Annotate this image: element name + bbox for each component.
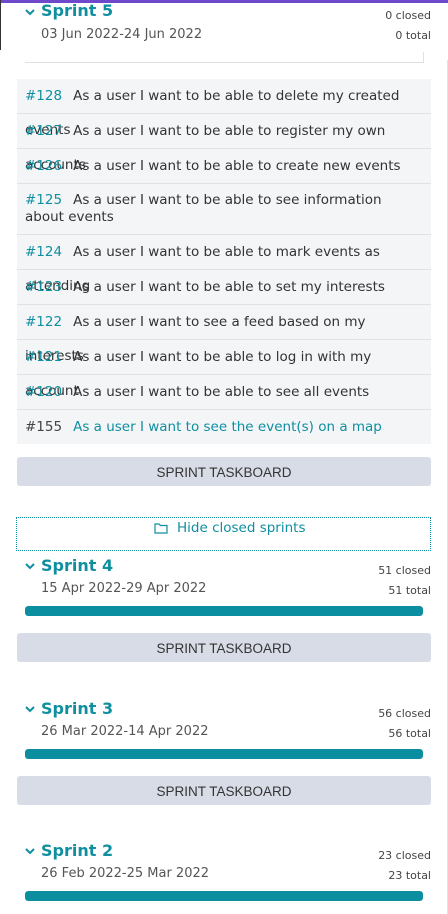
hide-closed-label: Hide closed sprints (177, 520, 306, 536)
sprint-closed-count: 51 closed (378, 564, 431, 577)
sprint-dates: 15 Apr 2022-29 Apr 2022 (41, 581, 207, 596)
sprint-total-count: 23 total (388, 869, 431, 882)
sprint-progress-bar (25, 891, 423, 901)
sprint-progress-bar (25, 749, 423, 759)
chevron-down-icon[interactable] (24, 845, 36, 857)
story-id[interactable]: #120 (25, 384, 62, 400)
sprint-4-header: Sprint 4 15 Apr 2022-29 Apr 2022 51 clos… (0, 555, 448, 625)
story-id[interactable]: #121 (25, 349, 62, 365)
story-id[interactable]: #127 (25, 123, 62, 139)
sprint-dates: 26 Mar 2022-14 Apr 2022 (41, 724, 209, 739)
progress-fill (25, 891, 423, 901)
chevron-down-icon[interactable] (24, 560, 36, 572)
story-id[interactable]: #124 (25, 244, 62, 260)
chevron-down-icon[interactable] (24, 6, 36, 18)
list-item[interactable]: #121 As a user I want to be able to log i… (17, 340, 431, 399)
chevron-down-icon[interactable] (24, 703, 36, 715)
story-title: As a user I want to be able to see infor… (25, 192, 382, 225)
sprint-closed-count: 0 closed (385, 9, 431, 22)
sprint-total-count: 56 total (388, 727, 431, 740)
sprint-3-header: Sprint 3 26 Mar 2022-14 Apr 2022 56 clos… (0, 698, 448, 768)
progress-fill (25, 749, 423, 759)
sprint-total-count: 0 total (395, 29, 431, 42)
story-id[interactable]: #126 (25, 158, 62, 174)
sprint-name[interactable]: Sprint 2 (41, 841, 113, 860)
story-title: As a user I want to be able to set my in… (73, 279, 385, 295)
sprint-progress-bar (25, 606, 423, 616)
user-story-list: #128 As a user I want to be able to delet… (17, 79, 431, 444)
sprint-2-header: Sprint 2 26 Feb 2022-25 Mar 2022 23 clos… (0, 840, 448, 910)
folder-icon (154, 523, 168, 534)
sprint-dates: 26 Feb 2022-25 Mar 2022 (41, 866, 210, 881)
list-item[interactable]: #123 As a user I want to be able to set m… (17, 270, 431, 305)
sprint-total-count: 51 total (388, 584, 431, 597)
sprint-taskboard-button[interactable]: SPRINT TASKBOARD (17, 457, 431, 486)
sprint-progress-bar (25, 52, 424, 63)
story-id[interactable]: #125 (25, 192, 62, 208)
sprint-name[interactable]: Sprint 5 (41, 1, 113, 20)
sprint-name[interactable]: Sprint 4 (41, 556, 113, 575)
story-id[interactable]: #123 (25, 279, 62, 295)
story-id[interactable]: #155 (25, 419, 62, 435)
story-title: As a user I want to be able to create ne… (73, 158, 401, 174)
sprint-dates: 03 Jun 2022-24 Jun 2022 (41, 27, 203, 42)
list-item[interactable]: #124 As a user I want to be able to mark … (17, 235, 431, 294)
list-item[interactable]: #128 As a user I want to be able to delet… (17, 79, 431, 138)
list-item[interactable]: #125 As a user I want to be able to see i… (17, 184, 431, 235)
progress-fill (25, 606, 423, 616)
sprint-closed-count: 56 closed (378, 707, 431, 720)
sprint-taskboard-button[interactable]: SPRINT TASKBOARD (17, 633, 431, 662)
list-item[interactable]: #155 As a user I want to see the event(s)… (17, 410, 431, 444)
list-item[interactable]: #126 As a user I want to be able to creat… (17, 149, 431, 184)
sprint-closed-count: 23 closed (378, 849, 431, 862)
hide-closed-sprints-button[interactable]: Hide closed sprints (16, 517, 431, 551)
list-item[interactable]: #122 As a user I want to see a feed based… (17, 305, 431, 364)
sprint-name[interactable]: Sprint 3 (41, 699, 113, 718)
sprint-taskboard-button[interactable]: SPRINT TASKBOARD (17, 776, 431, 805)
story-id[interactable]: #128 (25, 88, 62, 104)
sprint-5-header: Sprint 5 03 Jun 2022-24 Jun 2022 0 close… (0, 0, 448, 70)
story-title: As a user I want to be able to see all e… (73, 384, 370, 400)
story-id[interactable]: #122 (25, 314, 62, 330)
story-title[interactable]: As a user I want to see the event(s) on … (73, 419, 382, 435)
list-item[interactable]: #127 As a user I want to be able to regis… (17, 114, 431, 173)
list-item[interactable]: #120 As a user I want to be able to see a… (17, 375, 431, 410)
